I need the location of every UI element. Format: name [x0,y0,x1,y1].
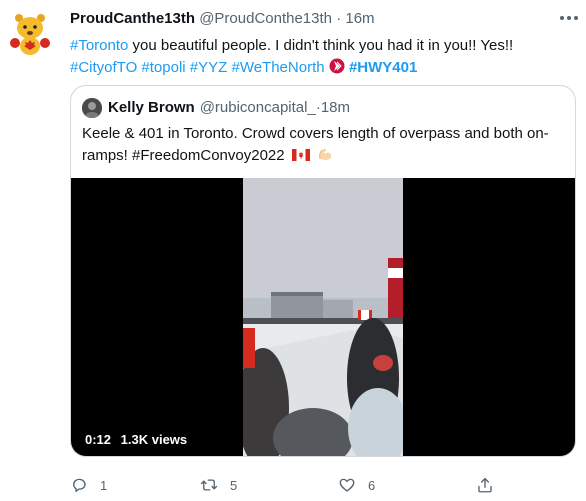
reply-button[interactable]: 1 [70,473,107,497]
beaver-avatar-icon [6,8,54,56]
timestamp[interactable]: 16m [345,10,374,27]
more-icon[interactable] [560,12,580,24]
raptors-emoji-icon [329,58,345,74]
hashtag-toronto[interactable]: #Toronto [70,37,128,54]
avatar[interactable] [6,8,54,56]
retweet-count: 5 [230,477,238,493]
quoted-tweet-header: Kelly Brown @rubiconcapital_ · 18m [82,98,350,118]
action-bar: 1 5 6 [64,473,504,497]
quoted-avatar [82,98,102,118]
video-info: 0:12 1.3K views [85,432,193,447]
video-frame [243,178,403,456]
quoted-tweet-text-body: Keele & 401 in Toronto. Crowd covers len… [82,125,549,164]
quoted-display-name: Kelly Brown [108,99,195,116]
video-thumbnail [243,178,403,456]
heart-icon [339,478,355,492]
video-views: 1.3K views [120,432,188,447]
quoted-handle: @rubiconcapital_ [199,99,316,116]
hashtag-cityofto[interactable]: #CityofTO [70,59,137,76]
canada-flag-icon [291,149,310,161]
hashtag-wethenorth[interactable]: #WeTheNorth [231,59,324,76]
tweet-header: ProudCanthe13th @ProudConthe13th · 16m [70,9,375,29]
hashtag-hwy401[interactable]: #HWY401 [349,59,417,76]
separator: · [336,10,342,27]
tweet-text: #Toronto you beautiful people. I didn't … [70,35,576,79]
hashtag-topoli[interactable]: #topoli [141,59,185,76]
tweet-text-body: you beautiful people. I didn't think you… [132,37,514,54]
reply-count: 1 [100,477,108,493]
flexed-biceps-icon [319,148,332,160]
video-player[interactable]: 0:12 1.3K views [71,178,575,456]
like-count: 6 [368,477,376,493]
video-duration: 0:12 [85,432,112,447]
retweet-icon [200,479,218,491]
handle[interactable]: @ProudConthe13th [199,10,332,27]
share-button[interactable] [476,473,494,497]
hashtag-yyz[interactable]: #YYZ [190,59,228,76]
quoted-tweet[interactable]: Kelly Brown @rubiconcapital_ · 18m Keele… [70,85,576,457]
retweet-button[interactable]: 5 [200,473,237,497]
quoted-tweet-text: Keele & 401 in Toronto. Crowd covers len… [82,123,566,167]
display-name[interactable]: ProudCanthe13th [70,10,195,27]
quoted-timestamp: 18m [320,99,351,116]
tweet[interactable]: ProudCanthe13th @ProudConthe13th · 16m #… [0,0,586,501]
like-button[interactable]: 6 [338,473,375,497]
share-icon [478,477,492,493]
reply-icon [73,478,86,493]
